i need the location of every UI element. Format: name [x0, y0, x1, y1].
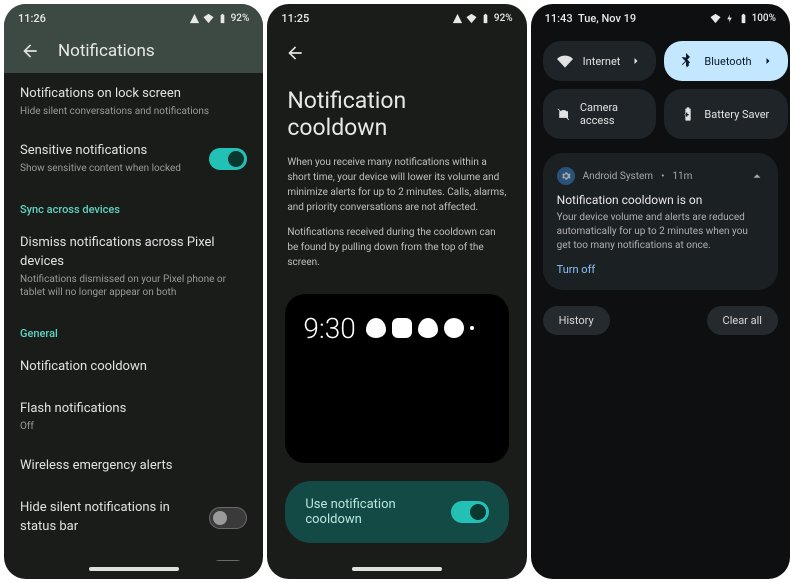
- setting-snooze[interactable]: Allow notification snoozing: [4, 548, 263, 561]
- phone-cooldown-detail: 11:25 92% Notification cooldown When you…: [267, 4, 526, 579]
- notification-shape-icon: [366, 318, 386, 338]
- qs-internet[interactable]: Internet: [543, 41, 657, 81]
- camera-off-icon: [557, 106, 570, 122]
- phone-notification-shade: 11:43 Tue, Nov 19 100% Internet Bluetoot…: [531, 4, 790, 579]
- toggle-snooze[interactable]: [209, 560, 247, 561]
- notification-title: Notification cooldown is on: [557, 193, 764, 207]
- notification-header: Android System • 11m: [557, 167, 764, 185]
- notification-card[interactable]: Android System • 11m Notification cooldo…: [543, 153, 778, 290]
- preview-icons: [366, 318, 474, 338]
- settings-list[interactable]: Notifications on lock screen Hide silent…: [4, 73, 263, 561]
- notification-age: 11m: [672, 171, 692, 182]
- battery-icon: [217, 13, 228, 24]
- preview-time: 9:30: [303, 312, 355, 345]
- notification-body: Your device volume and alerts are reduce…: [557, 211, 764, 253]
- overflow-dot-icon: [470, 326, 474, 330]
- setting-hide-silent[interactable]: Hide silent notifications in status bar: [4, 487, 263, 547]
- setting-lock-screen[interactable]: Notifications on lock screen Hide silent…: [4, 73, 263, 130]
- status-time: 11:26: [18, 12, 46, 25]
- section-sync: Sync across devices: [4, 187, 263, 222]
- shade-footer: History Clear all: [531, 296, 790, 345]
- description: When you receive many notifications with…: [267, 155, 526, 280]
- status-icons: 100%: [710, 13, 776, 24]
- notification-shape-icon: [392, 318, 412, 338]
- setting-wireless-alerts[interactable]: Wireless emergency alerts: [4, 445, 263, 487]
- page-title: Notification cooldown: [267, 67, 526, 155]
- clear-all-button[interactable]: Clear all: [707, 306, 778, 335]
- setting-dismiss-across[interactable]: Dismiss notifications across Pixel devic…: [4, 222, 263, 310]
- back-icon[interactable]: [285, 43, 305, 63]
- chevron-up-icon[interactable]: [750, 169, 764, 183]
- status-bar: 11:26 92%: [4, 4, 263, 29]
- setting-cooldown[interactable]: Notification cooldown: [4, 346, 263, 388]
- toggle-use-cooldown[interactable]: [451, 501, 489, 523]
- battery-saver-icon: [678, 106, 694, 122]
- setting-sensitive[interactable]: Sensitive notifications Show sensitive c…: [4, 130, 263, 187]
- battery-icon: [480, 13, 491, 24]
- status-bar: 11:25 92%: [267, 4, 526, 29]
- bluetooth-icon: [678, 53, 694, 69]
- nav-handle[interactable]: [89, 567, 179, 571]
- wifi-icon: [557, 53, 573, 69]
- phone-settings-notifications: 11:26 92% Notifications Notifications on…: [4, 4, 263, 579]
- status-icons: 92%: [452, 13, 513, 24]
- nav-handle[interactable]: [352, 567, 442, 571]
- page-title: Notifications: [58, 41, 155, 61]
- notification-shape-icon: [418, 318, 438, 338]
- toggle-hide-silent[interactable]: [209, 507, 247, 529]
- history-button[interactable]: History: [543, 306, 610, 335]
- preview-illustration: 9:30: [285, 294, 508, 463]
- qs-battery-saver[interactable]: Battery Saver: [664, 89, 787, 139]
- quick-settings: Internet Bluetooth Camera access Battery…: [531, 33, 790, 147]
- notification-shape-icon: [444, 318, 464, 338]
- bolt-icon: [724, 13, 735, 24]
- notification-app-name: Android System: [583, 171, 653, 182]
- qs-camera-access[interactable]: Camera access: [543, 89, 657, 139]
- chevron-right-icon: [762, 55, 774, 67]
- status-bar: 11:43 Tue, Nov 19 100%: [531, 4, 790, 33]
- qs-bluetooth[interactable]: Bluetooth: [664, 41, 787, 81]
- status-icons: 92%: [189, 13, 250, 24]
- setting-flash[interactable]: Flash notifications Off: [4, 388, 263, 445]
- gear-icon: [557, 167, 575, 185]
- status-time: 11:25: [281, 12, 309, 25]
- back-icon[interactable]: [20, 41, 40, 61]
- toggle-sensitive[interactable]: [209, 148, 247, 170]
- chevron-right-icon: [630, 55, 642, 67]
- battery-icon: [738, 13, 749, 24]
- section-general: General: [4, 311, 263, 346]
- app-bar: Notifications: [4, 29, 263, 73]
- use-cooldown-row[interactable]: Use notification cooldown: [285, 481, 508, 543]
- status-time-date: 11:43 Tue, Nov 19: [545, 12, 637, 25]
- notification-action-turn-off[interactable]: Turn off: [557, 263, 764, 276]
